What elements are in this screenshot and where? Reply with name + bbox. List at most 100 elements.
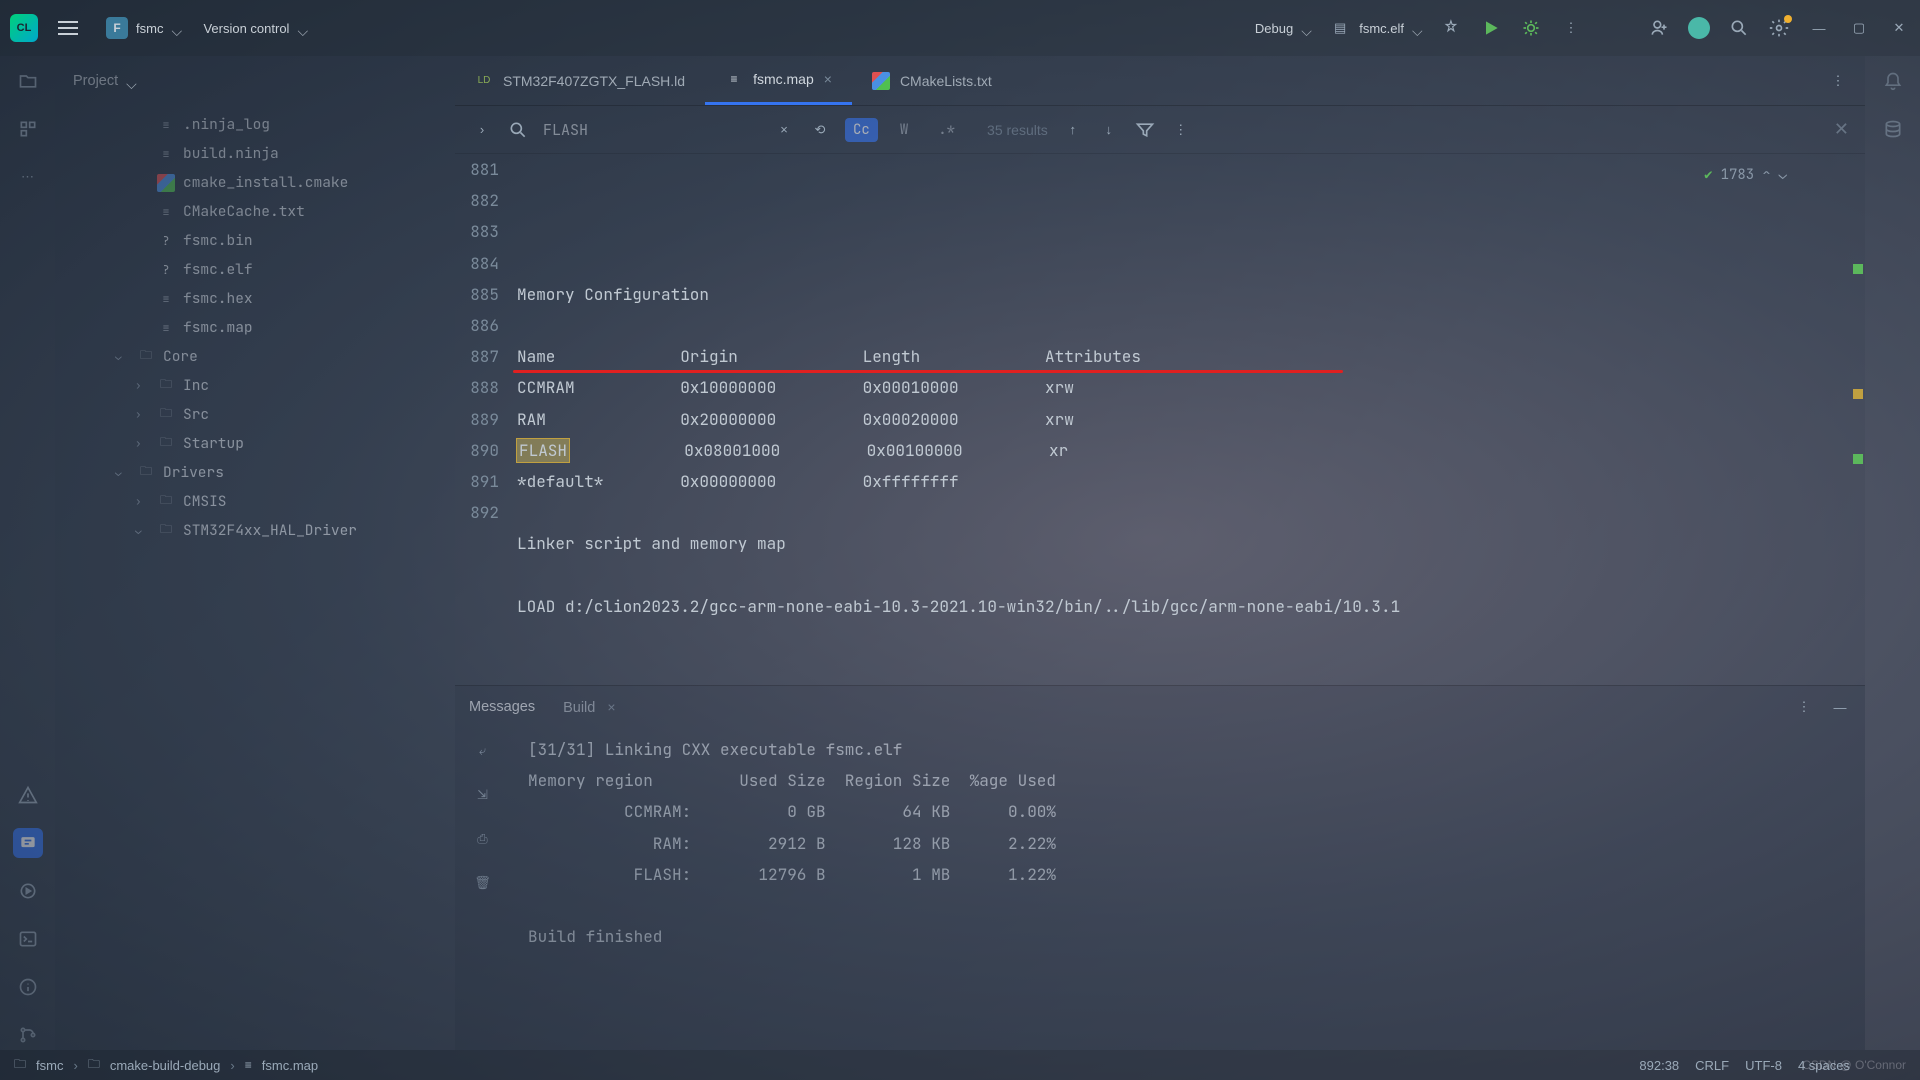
editor-tab[interactable]: LDSTM32F407ZGTX_FLASH.ld: [455, 56, 705, 105]
project-name: fsmc: [136, 21, 163, 36]
hide-panel-icon[interactable]: —: [1829, 696, 1851, 718]
messages-tool-icon[interactable]: [13, 828, 43, 858]
filter-icon[interactable]: [1134, 119, 1156, 141]
services-tool-icon[interactable]: [13, 876, 43, 906]
bottom-panel-tabs: Messages Build × ⋮ —: [455, 686, 1865, 728]
code-content[interactable]: ✔ 1783 ⌃ ⌄ Memory Configuration Name Ori…: [513, 154, 1847, 685]
editor-tab[interactable]: CMakeLists.txt: [852, 56, 1012, 105]
search-everywhere-icon[interactable]: [1728, 17, 1750, 39]
file-item[interactable]: ?fsmc.elf: [55, 255, 455, 284]
chevron-down-icon: [1412, 23, 1422, 33]
file-item[interactable]: cmake_install.cmake: [55, 168, 455, 197]
build-tab[interactable]: Build ×: [563, 699, 615, 716]
soft-wrap-icon[interactable]: ⤶: [468, 736, 498, 766]
marker-yellow[interactable]: [1853, 389, 1863, 399]
project-selector[interactable]: F fsmc: [98, 13, 189, 43]
structure-tool-icon[interactable]: [13, 114, 43, 144]
vcs-tool-icon[interactable]: [13, 1020, 43, 1050]
more-tools-icon[interactable]: ⋯: [13, 162, 43, 192]
run-button[interactable]: [1480, 17, 1502, 39]
folder-item[interactable]: ⌄🗀Core: [55, 342, 455, 371]
search-icon: [507, 119, 529, 141]
project-panel-header[interactable]: Project: [55, 56, 455, 106]
file-item[interactable]: ≡fsmc.map: [55, 313, 455, 342]
next-match-icon[interactable]: ↓: [1098, 119, 1120, 141]
editor-area: LDSTM32F407ZGTX_FLASH.ld≡fsmc.map×CMakeL…: [455, 56, 1865, 685]
debug-button[interactable]: [1520, 17, 1542, 39]
folder-item[interactable]: ›🗀Src: [55, 400, 455, 429]
project-panel-title: Project: [73, 73, 118, 89]
folder-item[interactable]: ›🗀Startup: [55, 429, 455, 458]
marker-green[interactable]: [1853, 454, 1863, 464]
chevron-up-icon[interactable]: ⌃: [1762, 162, 1770, 189]
build-button[interactable]: [1440, 17, 1462, 39]
maximize-button[interactable]: ▢: [1848, 17, 1870, 39]
expand-find-icon[interactable]: ›: [471, 119, 493, 141]
more-search-icon[interactable]: ⋮: [1170, 119, 1192, 141]
file-item[interactable]: ?fsmc.bin: [55, 226, 455, 255]
run-target-selector[interactable]: ▤ fsmc.elf: [1329, 17, 1422, 39]
folder-item[interactable]: ›🗀Inc: [55, 371, 455, 400]
folder-item[interactable]: ⌄🗀STM32F4xx_HAL_Driver: [55, 516, 455, 545]
file-item[interactable]: ≡.ninja_log: [55, 110, 455, 139]
editor-tabs: LDSTM32F407ZGTX_FLASH.ld≡fsmc.map×CMakeL…: [455, 56, 1865, 106]
tab-options-icon[interactable]: ⋮: [1827, 70, 1849, 92]
clear-search-icon[interactable]: ×: [773, 119, 795, 141]
bottom-panel: Messages Build × ⋮ — ⤶ ⇲ ⎙ 🗑 [31/31] Lin…: [455, 685, 1865, 1050]
check-icon: ✔: [1704, 162, 1712, 189]
project-tree[interactable]: ≡.ninja_log≡build.ninjacmake_install.cma…: [55, 106, 455, 1050]
wrap-icon[interactable]: ⟲: [809, 119, 831, 141]
file-item[interactable]: ≡fsmc.hex: [55, 284, 455, 313]
chip-icon: ▤: [1329, 17, 1351, 39]
database-icon[interactable]: [1878, 114, 1908, 144]
print-icon[interactable]: ⎙: [468, 824, 498, 854]
regex-toggle[interactable]: .*: [930, 118, 963, 142]
left-tool-rail: ⋯: [0, 56, 55, 1050]
file-item[interactable]: ≡CMakeCache.txt: [55, 197, 455, 226]
close-tab-icon[interactable]: ×: [824, 71, 832, 87]
prev-match-icon[interactable]: ↑: [1062, 119, 1084, 141]
editor-body[interactable]: 881882883884885886887888889890891892 ✔ 1…: [455, 154, 1865, 685]
line-separator[interactable]: CRLF: [1695, 1058, 1729, 1073]
search-input[interactable]: [543, 120, 759, 140]
avatar-icon[interactable]: [1688, 17, 1710, 39]
file-encoding[interactable]: UTF-8: [1745, 1058, 1782, 1073]
build-output[interactable]: [31/31] Linking CXX executable fsmc.elf …: [510, 728, 1865, 1050]
match-case-toggle[interactable]: Cc: [845, 118, 878, 142]
project-tool-icon[interactable]: [13, 66, 43, 96]
scroll-end-icon[interactable]: ⇲: [468, 780, 498, 810]
chevron-down-icon: [1301, 23, 1311, 33]
messages-tab[interactable]: Messages: [469, 699, 535, 715]
close-tab-icon[interactable]: ×: [607, 699, 615, 715]
marker-strip[interactable]: [1847, 154, 1865, 685]
info-tool-icon[interactable]: [13, 972, 43, 1002]
notifications-icon[interactable]: [1878, 66, 1908, 96]
file-item[interactable]: ≡build.ninja: [55, 139, 455, 168]
folder-item[interactable]: ›🗀CMSIS: [55, 487, 455, 516]
clear-icon[interactable]: 🗑: [468, 868, 498, 898]
inspection-badge[interactable]: ✔ 1783 ⌃ ⌄: [1704, 162, 1787, 189]
hamburger-menu[interactable]: [52, 15, 84, 41]
whole-word-toggle[interactable]: W: [892, 118, 916, 142]
app-icon[interactable]: [10, 14, 38, 42]
problems-tool-icon[interactable]: [13, 780, 43, 810]
breadcrumb[interactable]: 🗀fsmc›🗀cmake-build-debug›≡fsmc.map: [14, 1055, 318, 1076]
chevron-down-icon[interactable]: ⌄: [1779, 162, 1787, 189]
panel-options-icon[interactable]: ⋮: [1793, 696, 1815, 718]
terminal-tool-icon[interactable]: [13, 924, 43, 954]
chevron-down-icon: [126, 76, 136, 86]
caret-position[interactable]: 892:38: [1639, 1058, 1679, 1073]
minimize-button[interactable]: —: [1808, 17, 1830, 39]
close-button[interactable]: ✕: [1888, 17, 1910, 39]
project-icon: F: [106, 17, 128, 39]
version-control-menu[interactable]: Version control: [203, 21, 307, 36]
debug-config-selector[interactable]: Debug: [1255, 21, 1311, 36]
marker-green[interactable]: [1853, 264, 1863, 274]
editor-tab[interactable]: ≡fsmc.map×: [705, 56, 852, 105]
watermark-text: CSDN @ O'Connor: [1802, 1058, 1906, 1072]
code-with-me-icon[interactable]: [1648, 17, 1670, 39]
close-find-icon[interactable]: ✕: [1834, 119, 1849, 140]
settings-icon[interactable]: [1768, 17, 1790, 39]
folder-item[interactable]: ⌄🗀Drivers: [55, 458, 455, 487]
more-actions-icon[interactable]: ⋮: [1560, 17, 1582, 39]
